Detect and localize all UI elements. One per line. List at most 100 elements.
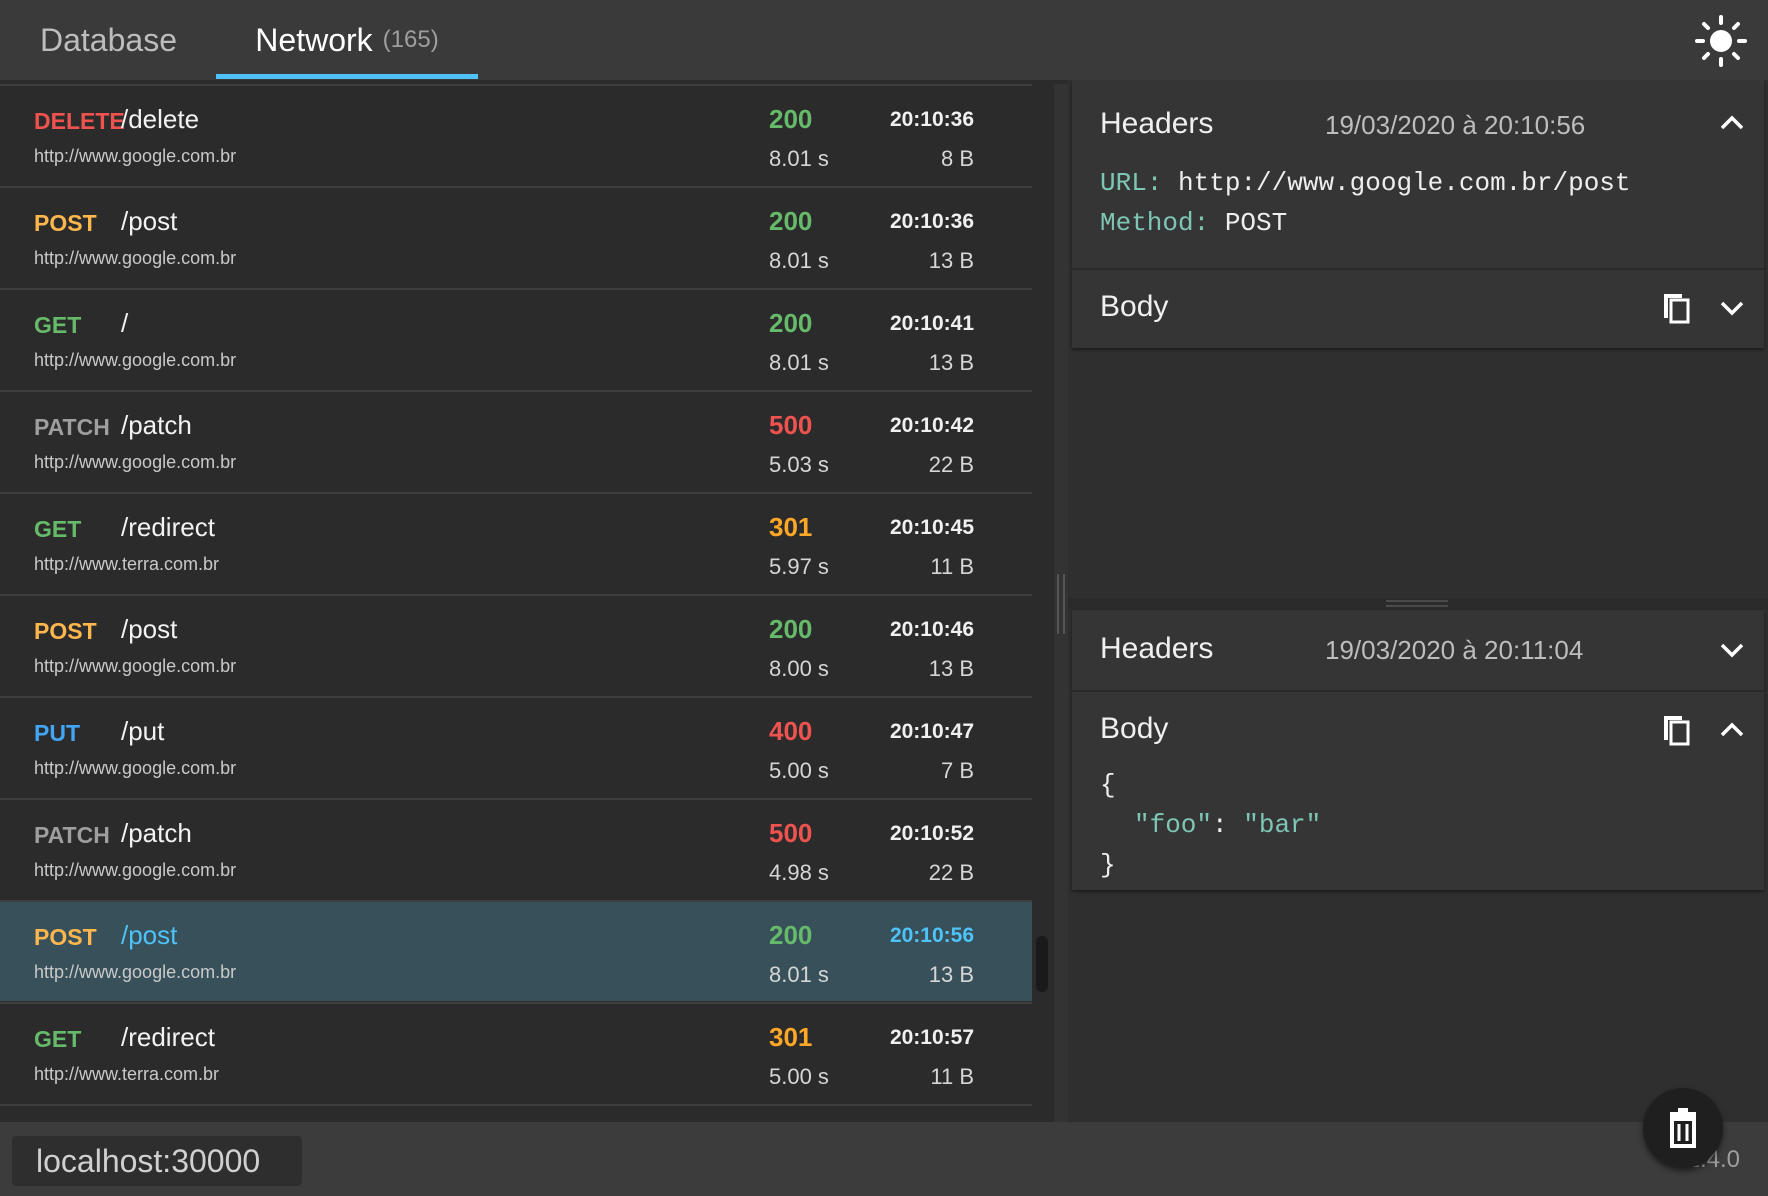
- splitter-grip: [1057, 574, 1065, 634]
- tab-network-label: Network: [255, 21, 373, 58]
- request-body-copy-button[interactable]: [1656, 288, 1696, 328]
- request-row[interactable]: PATCH /patch http://www.google.com.br 50…: [0, 390, 1032, 491]
- request-host: http://www.google.com.br: [34, 860, 237, 880]
- request-duration: 5.00 s: [769, 758, 829, 783]
- request-size: 13 B: [928, 350, 974, 375]
- request-path: /patch: [121, 818, 192, 848]
- request-row[interactable]: POST /post http://www.google.com.br 200 …: [0, 186, 1032, 287]
- request-duration: 4.98 s: [769, 860, 829, 885]
- detail-pane: Headers 19/03/2020 à 20:10:56 URL: http:…: [1068, 80, 1768, 1122]
- chevron-down-icon: [1720, 643, 1744, 658]
- request-duration: 8.01 s: [769, 350, 829, 375]
- tab-network[interactable]: Network (165): [216, 0, 478, 80]
- request-path: /: [121, 308, 129, 338]
- request-duration: 5.03 s: [769, 452, 829, 477]
- pane-splitter-horizontal[interactable]: [1068, 598, 1768, 610]
- clear-requests-button[interactable]: [1643, 1088, 1723, 1168]
- chevron-down-icon: [1720, 301, 1744, 316]
- request-date: 19/03/2020 à 20:10:56: [1325, 110, 1586, 140]
- tab-network-count: (165): [382, 26, 439, 53]
- request-host: http://www.google.com.br: [34, 452, 237, 472]
- request-method: PATCH: [34, 822, 110, 848]
- request-duration: 5.97 s: [769, 554, 829, 579]
- method-key: Method:: [1100, 208, 1210, 238]
- request-time: 20:10:36: [889, 108, 974, 131]
- request-duration: 5.00 s: [769, 1064, 829, 1089]
- request-time: 20:10:41: [889, 312, 974, 335]
- request-row[interactable]: GET /redirect http://www.terra.com.br 30…: [0, 492, 1032, 593]
- request-method: DELETE: [34, 108, 125, 134]
- request-time: 20:10:42: [889, 414, 974, 437]
- request-status: 200: [769, 920, 813, 950]
- request-duration: 8.00 s: [769, 656, 829, 681]
- request-status: 200: [769, 308, 813, 338]
- request-size: 22 B: [928, 452, 974, 477]
- request-method: GET: [34, 516, 82, 542]
- request-status: 200: [769, 104, 813, 134]
- request-path: /put: [121, 716, 165, 746]
- method-value: POST: [1224, 208, 1288, 238]
- request-status: 400: [769, 716, 813, 746]
- json-close-brace: }: [1100, 850, 1116, 880]
- theme-toggle-button[interactable]: [1694, 14, 1748, 68]
- active-tab-indicator: [216, 74, 478, 79]
- request-row[interactable]: GET / http://www.google.com.br 200 8.01 …: [0, 288, 1032, 389]
- request-row[interactable]: PUT /put http://www.google.com.br 400 5.…: [0, 696, 1032, 797]
- response-date: 19/03/2020 à 20:11:04: [1325, 635, 1584, 665]
- request-status: 301: [769, 1022, 813, 1052]
- trash-icon: [1670, 1108, 1696, 1148]
- request-method: GET: [34, 312, 82, 338]
- request-path: /redirect: [121, 512, 215, 542]
- response-body-title: Body: [1100, 712, 1169, 745]
- request-list: DELETE /delete http://www.google.com.br …: [0, 84, 1032, 1122]
- request-row-selected[interactable]: POST /post http://www.google.com.br 200 …: [0, 900, 1032, 1001]
- host-url-field[interactable]: localhost:30000: [12, 1136, 302, 1186]
- request-headers-title: Headers: [1100, 107, 1214, 140]
- request-headers-collapse-button[interactable]: [1712, 103, 1752, 143]
- request-status: 500: [769, 818, 813, 848]
- request-size: 13 B: [928, 656, 974, 681]
- json-open-brace: {: [1100, 770, 1116, 800]
- top-tab-bar: Database Network (165): [0, 0, 1768, 80]
- json-entry: "foo": "bar": [1134, 810, 1321, 840]
- request-time: 20:10:46: [889, 618, 974, 641]
- pane-splitter-vertical[interactable]: [1054, 84, 1068, 1122]
- url-key: URL:: [1100, 168, 1163, 198]
- request-size: 7 B: [940, 758, 974, 783]
- tab-database-label: Database: [40, 21, 177, 58]
- chevron-up-icon: [1720, 722, 1744, 737]
- response-body-collapse-button[interactable]: [1712, 710, 1752, 750]
- request-host: http://www.terra.com.br: [34, 1064, 220, 1084]
- sun-icon: [1695, 15, 1747, 67]
- request-row[interactable]: GET /redirect http://www.terra.com.br 30…: [0, 1002, 1032, 1103]
- request-status: 200: [769, 206, 813, 236]
- request-headers-panel: Headers 19/03/2020 à 20:10:56 URL: http:…: [1072, 80, 1764, 268]
- tab-database[interactable]: Database: [40, 0, 177, 80]
- response-headers-panel: Headers 19/03/2020 à 20:11:04: [1072, 610, 1764, 690]
- request-path: /patch: [121, 410, 192, 440]
- request-size: 13 B: [928, 248, 974, 273]
- request-host: http://www.google.com.br: [34, 758, 237, 778]
- request-row[interactable]: DELETE /delete http://www.google.com.br …: [0, 84, 1032, 185]
- request-path: /delete: [121, 104, 200, 134]
- request-body-expand-button[interactable]: [1712, 288, 1752, 328]
- request-size: 13 B: [928, 962, 974, 987]
- request-body-title: Body: [1100, 290, 1169, 323]
- request-host: http://www.google.com.br: [34, 962, 237, 982]
- request-duration: 8.01 s: [769, 962, 829, 987]
- list-scrollbar-thumb[interactable]: [1036, 936, 1048, 992]
- request-size: 11 B: [930, 1064, 974, 1089]
- request-duration: 8.01 s: [769, 248, 829, 273]
- request-row[interactable]: POST /post http://www.google.com.br 200 …: [0, 594, 1032, 695]
- json-key: "foo": [1134, 810, 1213, 840]
- request-method: GET: [34, 1026, 82, 1052]
- request-host: http://www.terra.com.br: [34, 554, 220, 574]
- request-time: 20:10:36: [889, 210, 974, 233]
- request-status: 301: [769, 512, 813, 542]
- request-size: 8 B: [940, 146, 974, 171]
- response-headers-expand-button[interactable]: [1712, 630, 1752, 670]
- response-body-copy-button[interactable]: [1656, 710, 1696, 750]
- request-row[interactable]: PATCH /patch http://www.google.com.br 50…: [0, 798, 1032, 899]
- json-value: "bar": [1243, 810, 1322, 840]
- request-row-divider: [0, 1104, 1032, 1122]
